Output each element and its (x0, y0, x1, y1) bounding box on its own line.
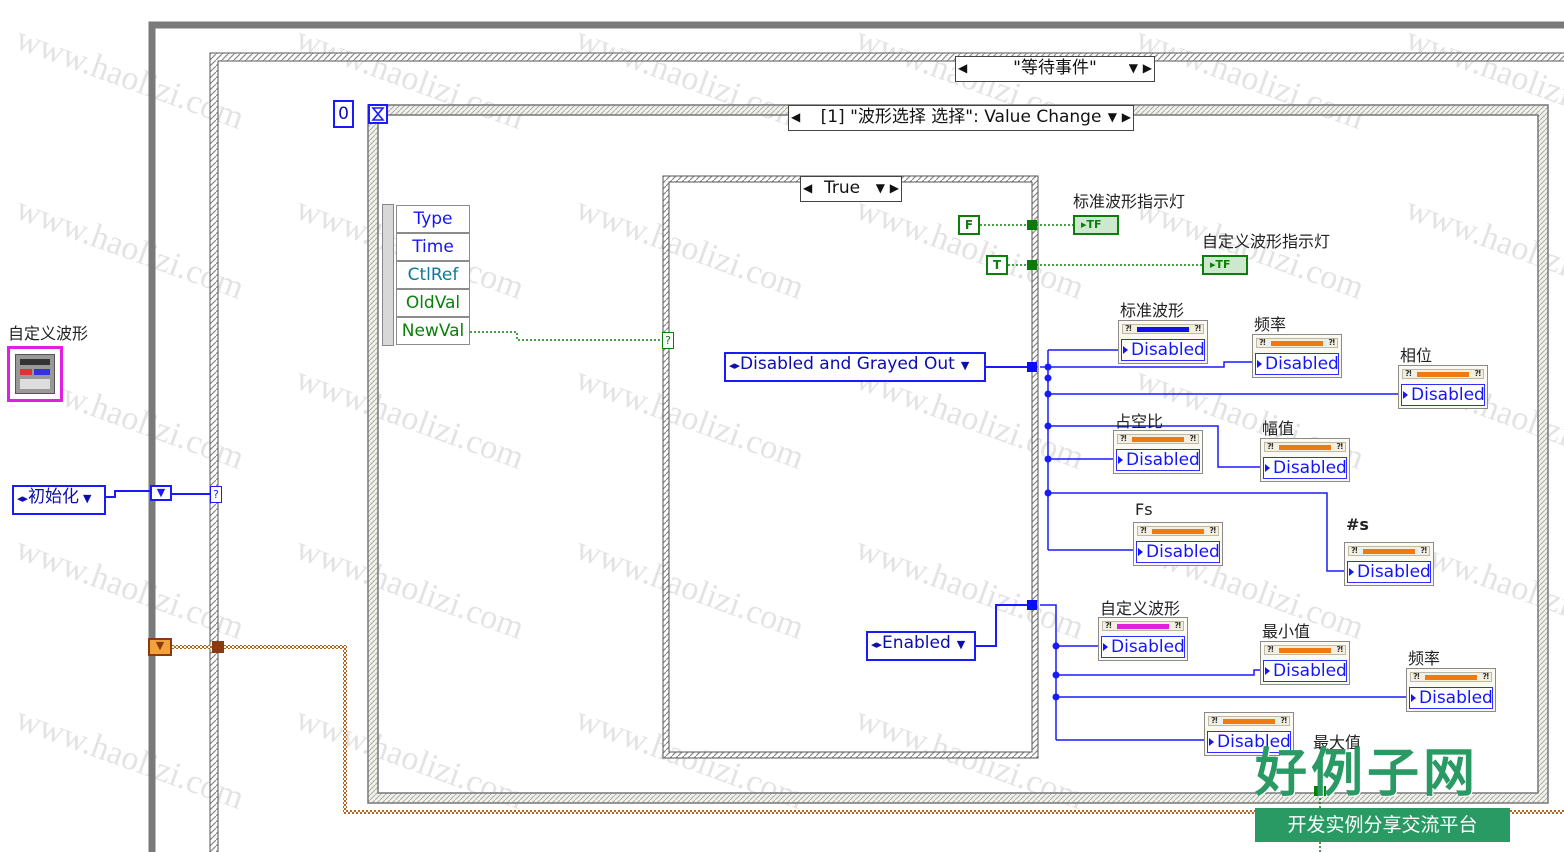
bool-tunnel (1027, 220, 1037, 230)
decrement-arrow-icon[interactable]: ◀ (791, 106, 800, 128)
amp-property-label: 幅值 (1262, 419, 1295, 438)
event-data-node-handle[interactable] (382, 204, 394, 346)
shift-register-enum[interactable]: ▼ (150, 485, 172, 501)
int-tunnel (1027, 362, 1037, 372)
false-constant[interactable]: F (958, 215, 980, 235)
increment-arrow-icon[interactable]: ▶ (890, 177, 899, 199)
inner-case-frame (663, 176, 1038, 758)
hourglass-icon[interactable] (368, 104, 388, 124)
increment-arrow-icon[interactable]: ▶ (1143, 57, 1152, 79)
freq2-property-label: 频率 (1408, 649, 1441, 668)
increment-arrow-icon[interactable]: ▶ (1122, 106, 1131, 128)
freq1-property-label: 频率 (1254, 315, 1287, 334)
custom-wave-light-label: 自定义波形指示灯 (1202, 232, 1331, 251)
min-property-label: 最小值 (1262, 622, 1311, 641)
custom-wave-control-label: 自定义波形 (8, 324, 89, 343)
decrement-arrow-icon[interactable]: ◀ (803, 177, 812, 199)
custom-wave-property-label: 自定义波形 (1100, 599, 1181, 618)
outer-case-selector[interactable]: ◀ "等待事件" ▼ ▶ (955, 56, 1155, 82)
custom-wave-light-indicator[interactable]: ▸TF (1202, 255, 1248, 275)
ns-property-node[interactable]: ⁈ ⁈ Disabled (1344, 542, 1434, 586)
std-wave-property-node[interactable]: ⁈ ⁈ Disabled (1118, 320, 1208, 364)
freq2-property-node[interactable]: ⁈ ⁈ Disabled (1406, 668, 1496, 712)
fs-property-label: Fs (1135, 500, 1153, 519)
chevron-down-icon[interactable]: ▼ (876, 177, 885, 199)
init-enum-constant[interactable]: ◂▸初始化 ▼ (12, 485, 106, 515)
duty-property-label: 占空比 (1115, 412, 1164, 431)
block-diagram-wires (105, 21, 1564, 852)
bool-tunnel (1027, 260, 1037, 270)
event-data-type[interactable]: Type (396, 205, 470, 233)
event-data-time[interactable]: Time (396, 233, 470, 261)
inner-case-selector[interactable]: ◀ True ▼ ▶ (800, 176, 902, 202)
enabled-constant[interactable]: ◂▸Enabled ▼ (866, 631, 976, 661)
duty-property-node[interactable]: ⁈ ⁈ Disabled (1113, 430, 1203, 474)
event-data-oldval[interactable]: OldVal (396, 289, 470, 317)
disabled-grayed-out-constant[interactable]: ◂▸Disabled and Grayed Out ▼ (724, 352, 986, 382)
std-wave-light-indicator[interactable]: ▸TF (1073, 215, 1119, 235)
event-case-selector[interactable]: ◀ [1] "波形选择 选择": Value Change ▼ ▶ (788, 105, 1134, 131)
std-wave-property-label: 标准波形 (1120, 301, 1185, 320)
min-property-node[interactable]: ⁈ ⁈ Disabled (1260, 641, 1350, 685)
site-logo: 好例子网 (1255, 746, 1480, 803)
std-wave-light-label: 标准波形指示灯 (1073, 192, 1186, 211)
fs-property-node[interactable]: ⁈ ⁈ Disabled (1133, 522, 1223, 566)
timeout-constant[interactable]: 0 (333, 100, 354, 128)
custom-wave-property-node[interactable]: ⁈ ⁈ Disabled (1098, 617, 1188, 661)
event-data-newval[interactable]: NewVal (396, 317, 470, 345)
inner-case-selector-terminal[interactable]: ? (662, 332, 674, 349)
decrement-arrow-icon[interactable]: ◀ (958, 57, 967, 79)
phase-property-node[interactable]: ⁈ ⁈ Disabled (1398, 365, 1488, 409)
int-tunnel (1027, 600, 1037, 610)
custom-wave-control-terminal[interactable] (7, 346, 63, 402)
chevron-down-icon[interactable]: ▼ (1108, 106, 1117, 128)
event-data-ctlref[interactable]: CtlRef (396, 261, 470, 289)
chevron-down-icon[interactable]: ▼ (1129, 57, 1138, 79)
site-logo-subtitle: 开发实例分享交流平台 (1255, 808, 1510, 842)
while-loop-frame (148, 21, 1564, 852)
ns-property-label: #s (1346, 515, 1369, 534)
true-constant[interactable]: T (986, 255, 1008, 275)
phase-property-label: 相位 (1400, 346, 1433, 365)
amp-property-node[interactable]: ⁈ ⁈ Disabled (1260, 438, 1350, 482)
error-shift-register[interactable]: ▼ (148, 638, 172, 656)
freq1-property-node[interactable]: ⁈ ⁈ Disabled (1252, 334, 1342, 378)
case-selector-terminal[interactable]: ? (210, 486, 222, 503)
event-structure-frame (368, 105, 1548, 803)
